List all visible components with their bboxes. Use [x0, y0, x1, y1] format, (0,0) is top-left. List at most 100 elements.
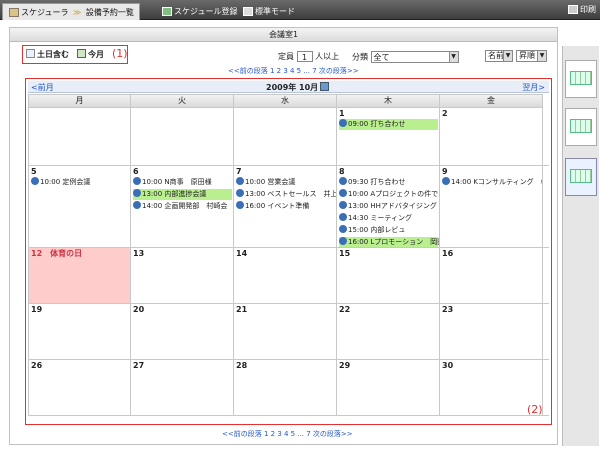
event-item[interactable]: 10:00 Aプロジェクトの件でご: [339, 189, 440, 200]
day-view-icon: [570, 71, 592, 85]
week-view-icon: [570, 119, 592, 133]
day-number: 29: [339, 361, 351, 370]
info-icon: [339, 237, 347, 245]
calendar-week-row: 5 10:00 定例会議 6 10:00 N商事 原田様 13:00 内部進捗会議 14:…: [28, 166, 549, 248]
day-view-button[interactable]: [565, 60, 597, 98]
event-item[interactable]: 16:00 イベント準備: [236, 201, 335, 212]
calendar-day-cell[interactable]: 8 09:30 打ち合わせ 10:00 Aプロジェクトの件でご 13:00 HHアドバ…: [337, 166, 440, 247]
event-item[interactable]: 10:00 営業会議: [236, 177, 335, 188]
calendar-day-cell[interactable]: 15: [337, 248, 440, 303]
calendar-day-cell[interactable]: 2: [440, 108, 543, 165]
printer-icon: [568, 5, 578, 14]
calendar-day-cell[interactable]: 9 14:00 Kコンサルティング 様: [440, 166, 543, 247]
calendar-day-cell[interactable]: 20: [131, 304, 234, 359]
info-icon: [133, 189, 141, 197]
calendar-day-cell[interactable]: 6 10:00 N商事 原田様 13:00 内部進捗会議 14:00 企画開発部 村崎…: [131, 166, 234, 247]
sort-key-select[interactable]: 名前 ▼: [485, 50, 513, 62]
view-switch-panel: [562, 46, 599, 446]
weekday-header: 月: [28, 94, 131, 108]
event-text: 10:00 定例会議: [40, 178, 91, 186]
calendar-day-cell[interactable]: 26: [28, 360, 131, 415]
event-text: 13:00 内部進捗会議: [142, 190, 207, 198]
weekday-header: 火: [131, 94, 234, 108]
next-month-link[interactable]: 翌月>: [522, 82, 545, 93]
info-icon: [339, 189, 347, 197]
info-icon: [31, 177, 39, 185]
day-number: 20: [133, 305, 145, 314]
calendar-day-cell[interactable]: 1 09:00 打ち合わせ: [337, 108, 440, 165]
event-item[interactable]: 13:00 HHアドバタイジング: [339, 201, 438, 212]
breadcrumb-separator-icon: ≫: [73, 8, 82, 17]
event-item[interactable]: 14:30 ミーティング: [339, 213, 438, 224]
schedule-register-button[interactable]: スケジュール登録: [162, 7, 237, 16]
include-weekend-toggle[interactable]: 土日含む: [26, 49, 69, 61]
calendar-week-row: 26 27 28 29 30: [28, 360, 549, 416]
breadcrumb: スケジューラ ≫ 設備予約一覧: [2, 3, 140, 20]
info-icon: [339, 177, 347, 185]
event-text: 10:00 営業会議: [245, 178, 296, 186]
calendar-day-cell[interactable]: 22: [337, 304, 440, 359]
standard-mode-button[interactable]: 標準モード: [243, 7, 295, 16]
calendar-day-cell[interactable]: 23: [440, 304, 543, 359]
calendar-day-cell[interactable]: [28, 108, 131, 165]
event-item[interactable]: 14:00 Kコンサルティング 様: [442, 177, 543, 188]
calendar-day-cell[interactable]: 5 10:00 定例会議: [28, 166, 131, 247]
calendar-day-cell[interactable]: 13: [131, 248, 234, 303]
calendar-day-cell[interactable]: 21: [234, 304, 337, 359]
event-item[interactable]: 10:00 N商事 原田様: [133, 177, 232, 188]
weekday-header: 金: [440, 94, 543, 108]
this-month-button[interactable]: 今月: [77, 49, 104, 61]
calendar-day-cell[interactable]: 12 体育の日: [28, 248, 131, 303]
event-item[interactable]: 10:00 定例会議: [31, 177, 129, 188]
event-text: 16:00 イベント準備: [245, 202, 310, 210]
day-number: 14: [236, 249, 248, 258]
mode-icon: [243, 7, 253, 16]
event-text: 09:00 打ち合わせ: [348, 120, 406, 128]
event-item[interactable]: 09:30 打ち合わせ: [339, 177, 438, 188]
print-button[interactable]: 印刷: [568, 4, 596, 16]
weekday-header: 木: [337, 94, 440, 108]
event-item[interactable]: 15:00 内部レビュ: [339, 225, 438, 236]
week-view-button[interactable]: [565, 108, 597, 146]
pager-top[interactable]: <<前の段落 1 2 3 4 5 ... 7 次の段落>>: [228, 66, 359, 76]
day-number: 28: [236, 361, 248, 370]
day-number: 9: [442, 167, 448, 176]
event-text: 10:00 Aプロジェクトの件でご: [348, 190, 440, 198]
event-item[interactable]: 13:00 ベストセールス 井上: [236, 189, 336, 200]
event-text: 14:00 Kコンサルティング 様: [451, 178, 543, 186]
info-icon: [236, 201, 244, 209]
calendar-day-cell[interactable]: [234, 108, 337, 165]
calendar-grid: 月火水木金 1 09:00 打ち合わせ 2 5 10:00 定例会議 6 10:00 N商事…: [28, 94, 549, 416]
calendar-icon: [26, 49, 35, 58]
calendar-day-cell[interactable]: [131, 108, 234, 165]
calendar-day-cell[interactable]: 28: [234, 360, 337, 415]
event-item[interactable]: 09:00 打ち合わせ: [339, 119, 438, 130]
info-icon: [339, 201, 347, 209]
event-item[interactable]: 14:00 企画開発部 村崎会: [133, 201, 232, 212]
chevron-down-icon: ▼: [537, 51, 546, 61]
month-view-button[interactable]: [565, 158, 597, 196]
info-icon: [339, 119, 347, 127]
event-item[interactable]: 16:00 Lプロモーション 岡田: [339, 237, 439, 247]
type-select[interactable]: 全て ▼: [370, 51, 459, 63]
calendar-day-cell[interactable]: 29: [337, 360, 440, 415]
calendar-day-cell[interactable]: 7 10:00 営業会議 13:00 ベストセールス 井上 16:00 イベント準備: [234, 166, 337, 247]
calendar-day-cell[interactable]: 27: [131, 360, 234, 415]
day-number: 23: [442, 305, 454, 314]
calendar-picker-icon[interactable]: [320, 82, 330, 91]
calendar-weeks: 1 09:00 打ち合わせ 2 5 10:00 定例会議 6 10:00 N商事 原田様 13…: [28, 108, 549, 416]
capacity-input[interactable]: 1: [296, 51, 313, 62]
info-icon: [133, 177, 141, 185]
calendar-day-cell[interactable]: 19: [28, 304, 131, 359]
calendar-day-cell[interactable]: 14: [234, 248, 337, 303]
event-item[interactable]: 13:00 内部進捗会議: [133, 189, 232, 200]
type-label: 分類: [352, 52, 368, 62]
day-number: 2: [442, 109, 448, 118]
scheduler-link[interactable]: スケジューラ: [9, 4, 68, 21]
sort-order-select[interactable]: 昇順 ▼: [516, 50, 547, 62]
calendar-day-cell[interactable]: 16: [440, 248, 543, 303]
prev-month-link[interactable]: <前月: [31, 82, 54, 93]
pager-bottom[interactable]: <<前の段落 1 2 3 4 5 ... 7 次の段落>>: [222, 429, 353, 439]
month-view-icon: [570, 169, 592, 183]
day-number: 26: [31, 361, 43, 370]
